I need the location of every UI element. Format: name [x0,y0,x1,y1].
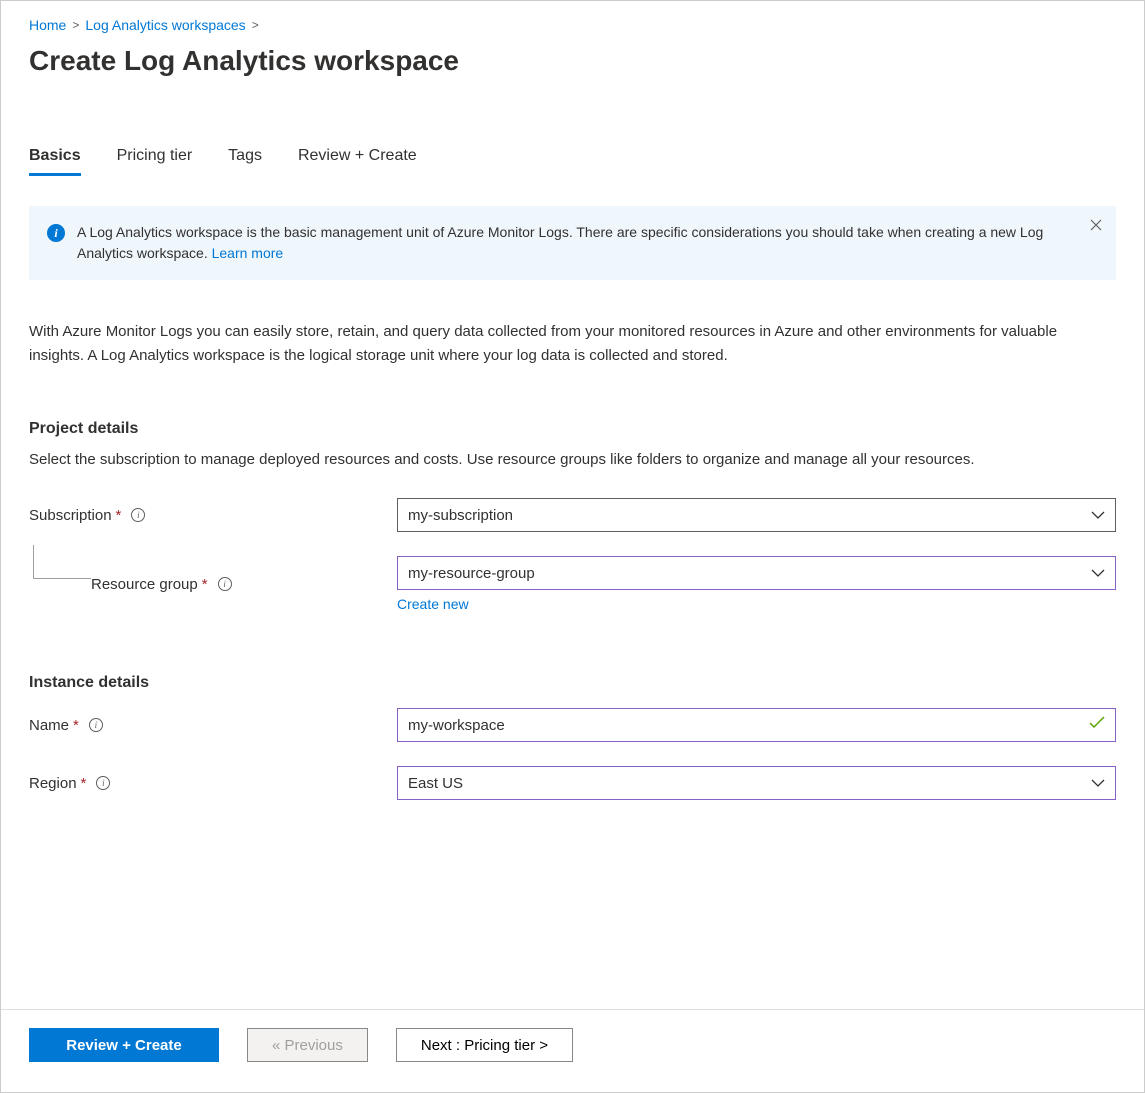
page-description: With Azure Monitor Logs you can easily s… [29,320,1116,368]
tab-pricing-tier[interactable]: Pricing tier [117,147,193,176]
tabs: Basics Pricing tier Tags Review + Create [29,147,1116,176]
breadcrumb-workspaces[interactable]: Log Analytics workspaces [85,17,245,33]
subscription-select[interactable]: my-subscription [397,498,1116,532]
info-icon[interactable]: i [89,718,103,732]
resource-group-select[interactable]: my-resource-group [397,556,1116,590]
chevron-down-icon [1091,511,1105,519]
required-indicator: * [116,507,122,524]
info-icon: i [47,224,65,242]
info-icon[interactable]: i [131,508,145,522]
project-details-title: Project details [29,420,1116,438]
chevron-down-icon [1091,569,1105,577]
breadcrumb: Home > Log Analytics workspaces > [29,17,1116,33]
required-indicator: * [73,717,79,734]
breadcrumb-home[interactable]: Home [29,17,66,33]
tab-review-create[interactable]: Review + Create [298,147,417,176]
name-input[interactable]: my-workspace [397,708,1116,742]
name-label: Name [29,717,69,734]
region-label: Region [29,775,77,792]
required-indicator: * [202,576,208,593]
review-create-button[interactable]: Review + Create [29,1028,219,1062]
indent-marker [33,545,91,579]
create-new-link[interactable]: Create new [397,596,469,612]
close-icon[interactable] [1090,218,1102,234]
chevron-right-icon: > [72,18,79,32]
previous-button[interactable]: « Previous [247,1028,368,1062]
resource-group-label: Resource group [91,576,198,593]
subscription-label: Subscription [29,507,112,524]
info-icon[interactable]: i [96,776,110,790]
instance-details-title: Instance details [29,674,1116,692]
tab-tags[interactable]: Tags [228,147,262,176]
tab-basics[interactable]: Basics [29,147,81,176]
required-indicator: * [81,775,87,792]
info-banner-text: A Log Analytics workspace is the basic m… [77,222,1076,264]
region-select[interactable]: East US [397,766,1116,800]
chevron-down-icon [1091,779,1105,787]
project-details-desc: Select the subscription to manage deploy… [29,448,1116,472]
next-button[interactable]: Next : Pricing tier > [396,1028,573,1062]
learn-more-link[interactable]: Learn more [212,245,284,261]
info-icon[interactable]: i [218,577,232,591]
page-title: Create Log Analytics workspace [29,45,1116,77]
info-banner: i A Log Analytics workspace is the basic… [29,206,1116,280]
footer: Review + Create « Previous Next : Pricin… [1,1009,1144,1092]
chevron-right-icon: > [252,18,259,32]
checkmark-icon [1089,716,1105,734]
